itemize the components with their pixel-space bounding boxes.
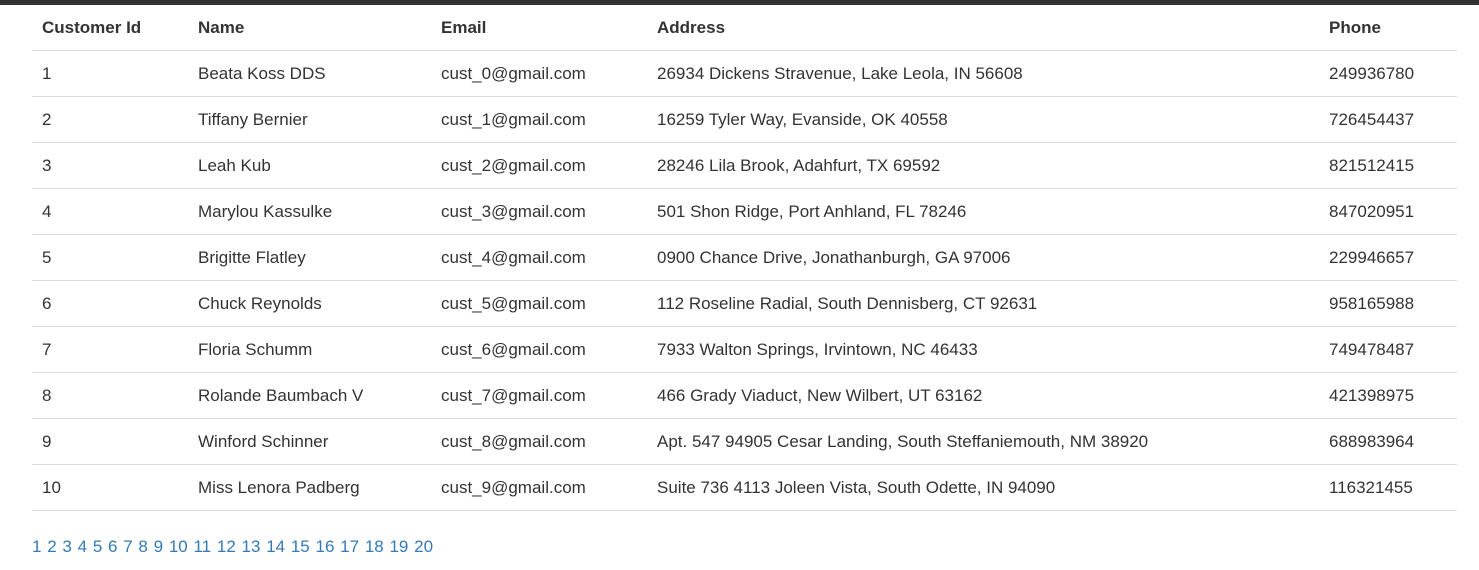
header-phone: Phone — [1319, 5, 1457, 51]
cell-customer-id: 2 — [32, 96, 188, 143]
cell-email: cust_3@gmail.com — [431, 188, 647, 235]
cell-name: Beata Koss DDS — [188, 50, 431, 97]
cell-name: Winford Schinner — [188, 418, 431, 465]
cell-address: Apt. 547 94905 Cesar Landing, South Stef… — [647, 418, 1319, 465]
table-row: 10 Miss Lenora Padberg cust_9@gmail.com … — [32, 464, 1457, 511]
cell-email: cust_7@gmail.com — [431, 372, 647, 419]
cell-phone: 116321455 — [1319, 464, 1457, 511]
cell-phone: 726454437 — [1319, 96, 1457, 143]
page-link-13[interactable]: 13 — [242, 537, 261, 556]
pagination: 1 2 3 4 5 6 7 8 9 10 11 12 13 14 15 16 1… — [32, 537, 1457, 557]
cell-customer-id: 3 — [32, 142, 188, 189]
page-link-4[interactable]: 4 — [78, 537, 87, 556]
cell-customer-id: 9 — [32, 418, 188, 465]
cell-address: 466 Grady Viaduct, New Wilbert, UT 63162 — [647, 372, 1319, 419]
page-link-12[interactable]: 12 — [217, 537, 236, 556]
cell-phone: 958165988 — [1319, 280, 1457, 327]
table-row: 5 Brigitte Flatley cust_4@gmail.com 0900… — [32, 234, 1457, 281]
cell-address: Suite 736 4113 Joleen Vista, South Odett… — [647, 464, 1319, 511]
cell-customer-id: 4 — [32, 188, 188, 235]
cell-email: cust_1@gmail.com — [431, 96, 647, 143]
page-link-5[interactable]: 5 — [93, 537, 102, 556]
table-header-row: Customer Id Name Email Address Phone — [32, 5, 1457, 51]
cell-address: 26934 Dickens Stravenue, Lake Leola, IN … — [647, 50, 1319, 97]
table-row: 8 Rolande Baumbach V cust_7@gmail.com 46… — [32, 372, 1457, 419]
page-link-15[interactable]: 15 — [291, 537, 310, 556]
cell-customer-id: 6 — [32, 280, 188, 327]
page-content: Customer Id Name Email Address Phone 1 B… — [32, 5, 1457, 557]
page-link-7[interactable]: 7 — [123, 537, 132, 556]
cell-address: 0900 Chance Drive, Jonathanburgh, GA 970… — [647, 234, 1319, 281]
cell-phone: 229946657 — [1319, 234, 1457, 281]
cell-email: cust_8@gmail.com — [431, 418, 647, 465]
cell-phone: 749478487 — [1319, 326, 1457, 373]
page-link-17[interactable]: 17 — [340, 537, 359, 556]
page-link-18[interactable]: 18 — [365, 537, 384, 556]
cell-phone: 821512415 — [1319, 142, 1457, 189]
table-row: 9 Winford Schinner cust_8@gmail.com Apt.… — [32, 418, 1457, 465]
table-row: 2 Tiffany Bernier cust_1@gmail.com 16259… — [32, 96, 1457, 143]
cell-email: cust_4@gmail.com — [431, 234, 647, 281]
cell-name: Rolande Baumbach V — [188, 372, 431, 419]
page-link-11[interactable]: 11 — [193, 537, 211, 556]
cell-address: 16259 Tyler Way, Evanside, OK 40558 — [647, 96, 1319, 143]
page-link-10[interactable]: 10 — [169, 537, 188, 556]
table-row: 7 Floria Schumm cust_6@gmail.com 7933 Wa… — [32, 326, 1457, 373]
cell-name: Chuck Reynolds — [188, 280, 431, 327]
page-link-14[interactable]: 14 — [266, 537, 285, 556]
table-row: 1 Beata Koss DDS cust_0@gmail.com 26934 … — [32, 50, 1457, 97]
page-link-8[interactable]: 8 — [138, 537, 147, 556]
header-customer-id: Customer Id — [32, 5, 188, 51]
cell-phone: 421398975 — [1319, 372, 1457, 419]
cell-email: cust_0@gmail.com — [431, 50, 647, 97]
page-link-20[interactable]: 20 — [414, 537, 433, 556]
header-address: Address — [647, 5, 1319, 51]
cell-name: Leah Kub — [188, 142, 431, 189]
page-link-3[interactable]: 3 — [62, 537, 71, 556]
page-link-16[interactable]: 16 — [316, 537, 335, 556]
page-link-1[interactable]: 1 — [32, 537, 41, 556]
cell-name: Miss Lenora Padberg — [188, 464, 431, 511]
cell-name: Marylou Kassulke — [188, 188, 431, 235]
cell-address: 112 Roseline Radial, South Dennisberg, C… — [647, 280, 1319, 327]
cell-email: cust_6@gmail.com — [431, 326, 647, 373]
cell-address: 501 Shon Ridge, Port Anhland, FL 78246 — [647, 188, 1319, 235]
table-row: 3 Leah Kub cust_2@gmail.com 28246 Lila B… — [32, 142, 1457, 189]
customers-table: Customer Id Name Email Address Phone 1 B… — [32, 5, 1457, 511]
cell-name: Tiffany Bernier — [188, 96, 431, 143]
table-row: 6 Chuck Reynolds cust_5@gmail.com 112 Ro… — [32, 280, 1457, 327]
cell-phone: 249936780 — [1319, 50, 1457, 97]
cell-email: cust_9@gmail.com — [431, 464, 647, 511]
cell-customer-id: 1 — [32, 50, 188, 97]
page-link-19[interactable]: 19 — [389, 537, 408, 556]
cell-name: Floria Schumm — [188, 326, 431, 373]
header-name: Name — [188, 5, 431, 51]
cell-customer-id: 8 — [32, 372, 188, 419]
page-link-2[interactable]: 2 — [47, 537, 56, 556]
header-email: Email — [431, 5, 647, 51]
cell-phone: 688983964 — [1319, 418, 1457, 465]
cell-address: 28246 Lila Brook, Adahfurt, TX 69592 — [647, 142, 1319, 189]
cell-name: Brigitte Flatley — [188, 234, 431, 281]
cell-email: cust_5@gmail.com — [431, 280, 647, 327]
cell-customer-id: 7 — [32, 326, 188, 373]
cell-email: cust_2@gmail.com — [431, 142, 647, 189]
cell-customer-id: 5 — [32, 234, 188, 281]
page-link-6[interactable]: 6 — [108, 537, 117, 556]
cell-phone: 847020951 — [1319, 188, 1457, 235]
cell-customer-id: 10 — [32, 464, 188, 511]
page-link-9[interactable]: 9 — [154, 537, 163, 556]
cell-address: 7933 Walton Springs, Irvintown, NC 46433 — [647, 326, 1319, 373]
table-row: 4 Marylou Kassulke cust_3@gmail.com 501 … — [32, 188, 1457, 235]
